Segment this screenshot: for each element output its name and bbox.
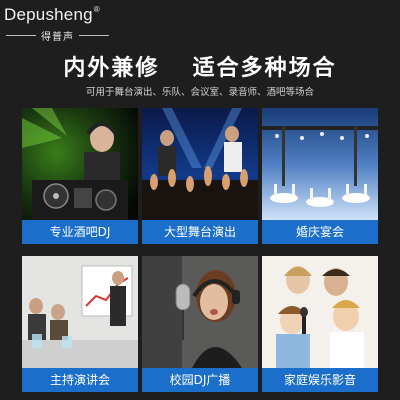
headline-part-1: 内外兼修 (63, 56, 160, 81)
wedding-photo (262, 108, 378, 220)
scene-tile-meeting: 主持演讲会 (22, 256, 138, 392)
scene-label: 婚庆宴会 (262, 220, 378, 244)
scene-tile-bar-dj: 专业酒吧DJ (22, 108, 138, 244)
scene-label: 专业酒吧DJ (22, 220, 138, 244)
scene-tile-campus-broadcast: 校园DJ广播 (142, 256, 258, 392)
brand-subtitle-row: 得普声 (4, 28, 128, 43)
headline-part-2: 适合多种场合 (192, 56, 337, 81)
scene-tile-stage-show: 大型舞台演出 (142, 108, 258, 244)
scene-label: 大型舞台演出 (142, 220, 258, 244)
bar-dj-photo (22, 108, 138, 220)
brand-divider-right (79, 35, 109, 36)
campus-broadcast-photo (142, 256, 258, 368)
family-photo (262, 256, 378, 368)
scene-tile-family: 家庭娱乐影音 (262, 256, 378, 392)
scene-label: 家庭娱乐影音 (262, 368, 378, 392)
brand-subtitle: 得普声 (41, 32, 74, 43)
page-headline: 内外兼修 适合多种场合 (0, 50, 400, 82)
scene-label: 校园DJ广播 (142, 368, 258, 392)
brand-name: Depusheng® (4, 5, 100, 24)
brand-divider-left (6, 35, 36, 36)
scene-tile-wedding: 婚庆宴会 (262, 108, 378, 244)
page-subheadline: 可用于舞台演出、乐队、会议室、录音师、酒吧等场合 (85, 87, 314, 98)
meeting-photo (22, 256, 138, 368)
stage-show-photo (142, 108, 258, 220)
brand-logo: Depusheng® 得普声 (4, 5, 128, 43)
registered-mark: ® (93, 5, 100, 14)
scene-label: 主持演讲会 (22, 368, 138, 392)
